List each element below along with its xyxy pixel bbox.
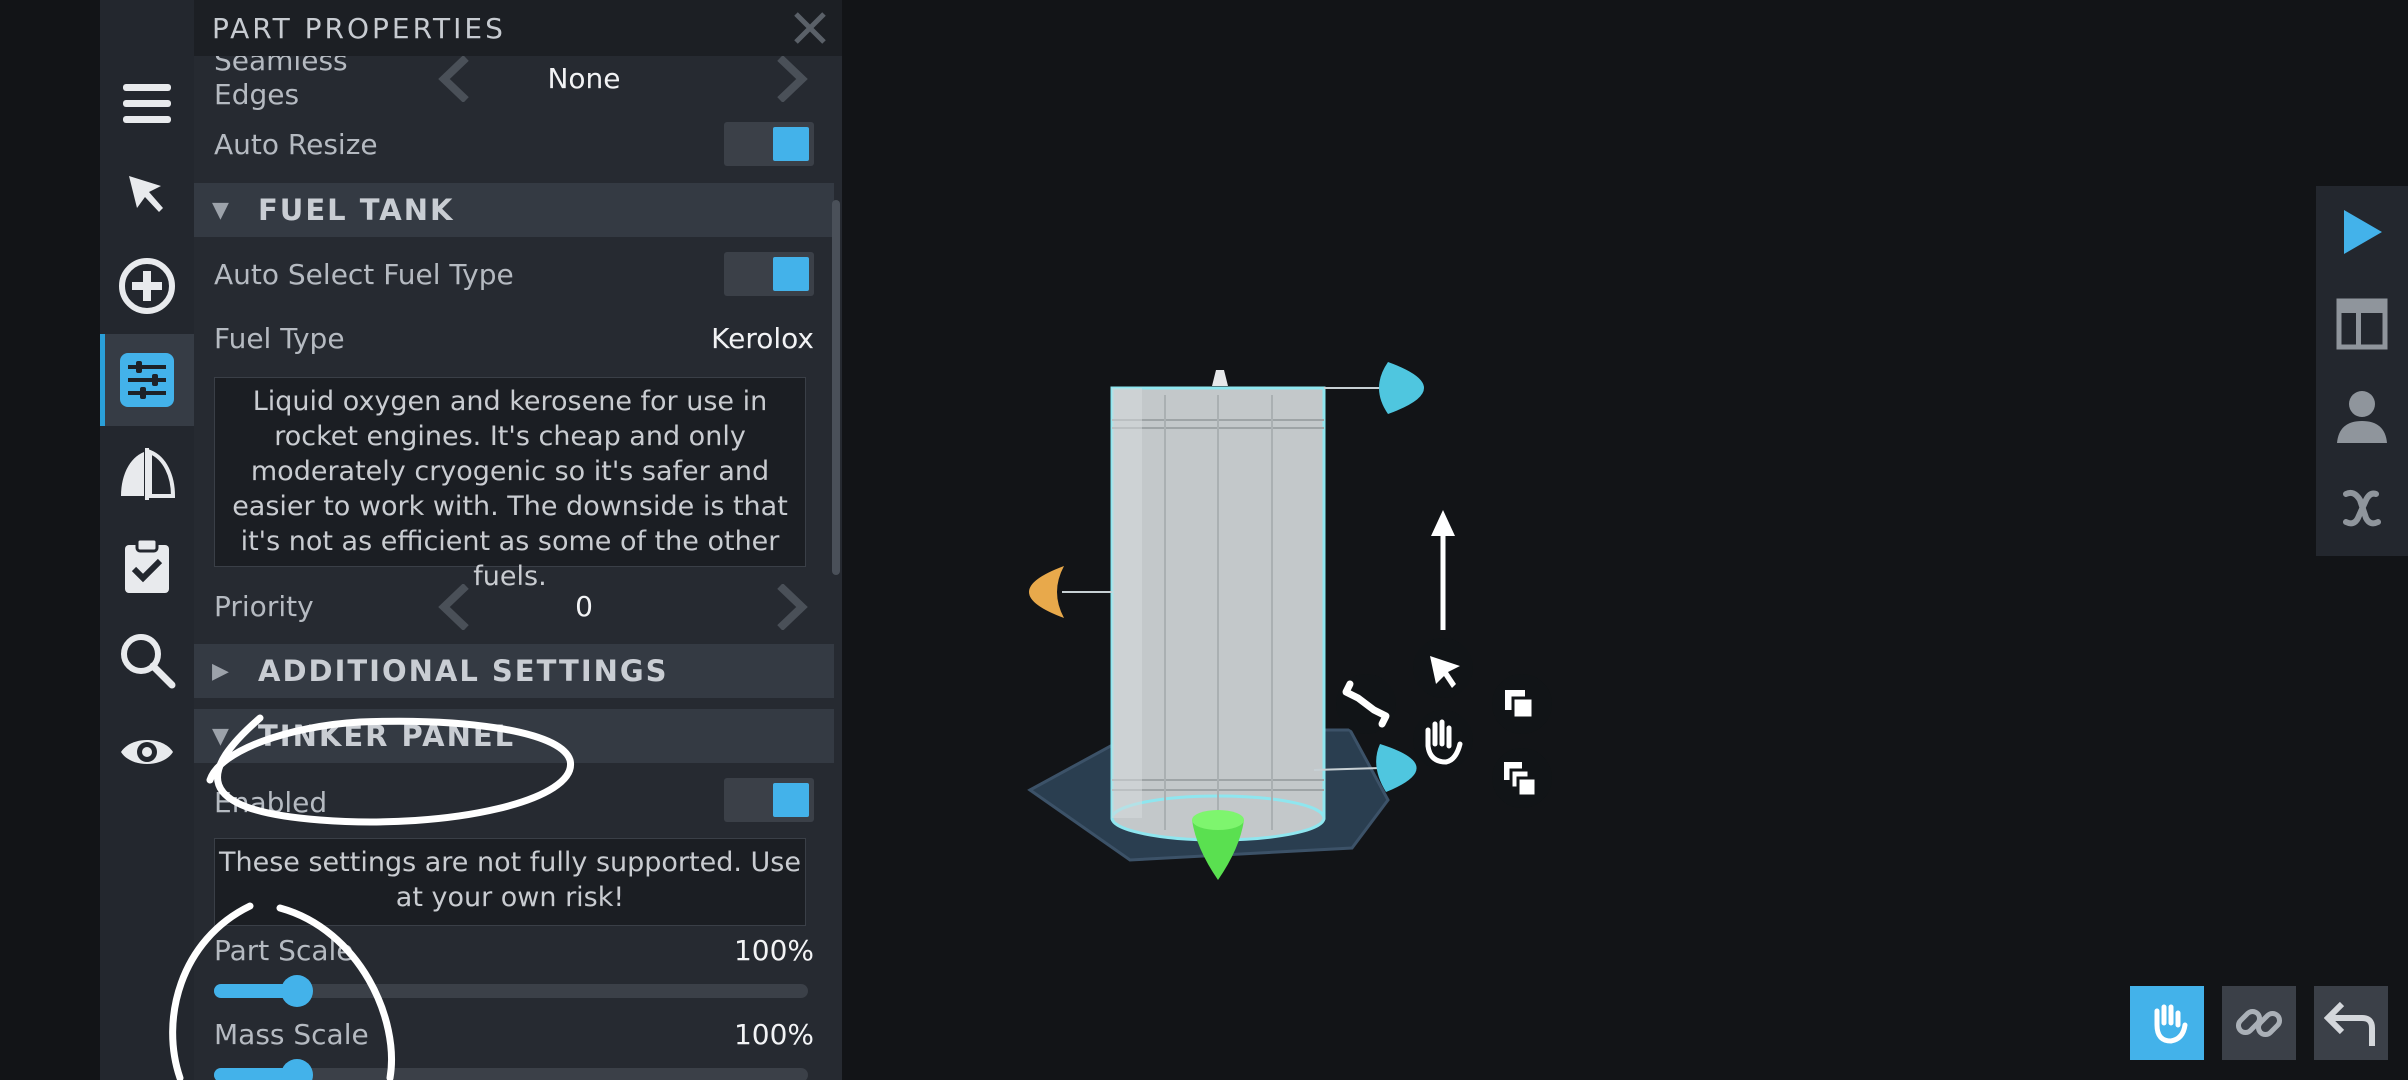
- chevron-left-icon[interactable]: [436, 56, 472, 102]
- layout-icon: [2336, 298, 2388, 350]
- menu-button[interactable]: [100, 58, 194, 150]
- panel-title: PART PROPERTIES: [212, 11, 506, 45]
- checklist-button[interactable]: [100, 520, 194, 612]
- auto-select-fuel-toggle[interactable]: [724, 252, 814, 296]
- panel-header: PART PROPERTIES: [194, 0, 842, 56]
- play-button[interactable]: [2316, 186, 2408, 278]
- z-axis-arrow-handle[interactable]: [1376, 744, 1417, 792]
- mass-scale-value: 100%: [733, 1018, 814, 1051]
- add-part-icon: [119, 258, 175, 314]
- panel-scrollbar[interactable]: [832, 200, 840, 575]
- auto-select-fuel-row: Auto Select Fuel Type: [214, 252, 814, 298]
- crew-icon: [2337, 391, 2387, 443]
- link-icon: [2235, 1008, 2283, 1038]
- part-scale-value: 100%: [733, 934, 814, 967]
- additional-settings-title: ADDITIONAL SETTINGS: [258, 654, 669, 688]
- menu-icon: [123, 84, 171, 123]
- fuel-tank-section-header[interactable]: ▼ FUEL TANK: [194, 183, 834, 237]
- auto-resize-toggle[interactable]: [724, 122, 814, 166]
- link-button[interactable]: [2222, 986, 2296, 1060]
- additional-settings-section-header[interactable]: ▶ ADDITIONAL SETTINGS: [194, 644, 834, 698]
- priority-label: Priority: [214, 590, 314, 623]
- undo-button[interactable]: [2314, 986, 2388, 1060]
- crew-button[interactable]: [2316, 370, 2408, 462]
- y-axis-arrow-cap: [1192, 810, 1244, 830]
- select-cursor-icon: [129, 176, 163, 212]
- annotation-circle-scale: [169, 902, 395, 1080]
- priority-decrease-icon[interactable]: [436, 584, 472, 630]
- priority-value: 0: [575, 590, 593, 623]
- part-viewport[interactable]: [900, 300, 1700, 950]
- auto-select-fuel-label: Auto Select Fuel Type: [214, 258, 514, 291]
- x-axis-arrow-left-handle[interactable]: [1029, 566, 1064, 618]
- fuel-type-value: Kerolox: [711, 322, 814, 355]
- layout-button[interactable]: [2316, 278, 2408, 370]
- hand-icon: [2154, 1004, 2188, 1044]
- select-tool-button[interactable]: [100, 148, 194, 240]
- tank-highlight: [1112, 388, 1142, 818]
- auto-resize-label: Auto Resize: [214, 128, 378, 161]
- right-toolbar: [2316, 186, 2408, 556]
- play-icon: [2344, 210, 2382, 254]
- expand-triangle-icon: ▶: [212, 658, 229, 684]
- fuel-description: Liquid oxygen and kerosene for use in ro…: [214, 377, 806, 592]
- variables-icon: [2343, 489, 2381, 527]
- checklist-icon: [125, 537, 169, 593]
- attach-point-icon: [1212, 370, 1228, 386]
- part-properties-button[interactable]: [100, 334, 194, 426]
- close-icon[interactable]: [792, 10, 828, 46]
- x-axis-arrow-top-handle[interactable]: [1379, 362, 1424, 414]
- collapse-triangle-icon: ▼: [212, 197, 229, 223]
- hand-tool-button[interactable]: [2130, 986, 2204, 1060]
- part-properties-icon: [120, 353, 174, 407]
- variables-button[interactable]: [2316, 462, 2408, 554]
- move-up-arrow-icon[interactable]: [1431, 510, 1455, 536]
- symmetry-icon: [121, 448, 176, 500]
- fuel-type-label: Fuel Type: [214, 322, 345, 355]
- priority-increase-icon[interactable]: [774, 584, 810, 630]
- undo-icon: [2324, 1001, 2375, 1046]
- search-button[interactable]: [100, 614, 194, 706]
- priority-row: Priority 0: [214, 580, 814, 636]
- fuel-tank-title: FUEL TANK: [258, 193, 455, 227]
- chevron-right-icon[interactable]: [774, 56, 810, 102]
- auto-resize-row: Auto Resize: [214, 122, 814, 168]
- fuel-type-row[interactable]: Fuel Type Kerolox: [214, 320, 814, 360]
- tinker-enabled-toggle[interactable]: [724, 778, 814, 822]
- symmetry-button[interactable]: [100, 428, 194, 520]
- search-icon: [121, 634, 176, 689]
- annotation-circle-tinker: [206, 714, 574, 826]
- seamless-edges-value: None: [547, 62, 621, 95]
- add-part-button[interactable]: [100, 240, 194, 332]
